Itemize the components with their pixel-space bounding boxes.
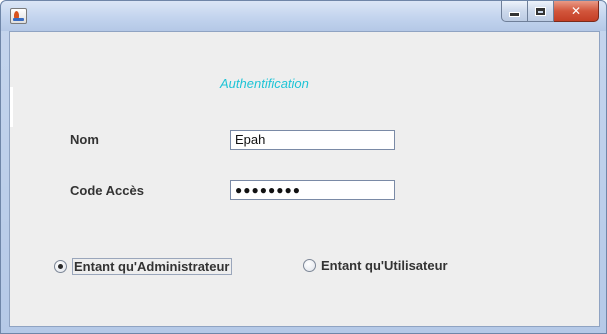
title-bar[interactable]: ✕ [1,1,606,31]
minimize-icon [509,11,520,17]
panel-edge [10,87,13,127]
maximize-button[interactable] [528,1,554,22]
code-acces-label: Code Accès [70,183,144,198]
page-title: Authentification [220,76,309,91]
minimize-button[interactable] [501,1,528,22]
radio-unselected-icon[interactable] [303,259,316,272]
radio-administrateur[interactable]: Entant qu'Administrateur [54,258,232,275]
content-panel: Authentification Nom Epah Code Accès ●●●… [9,31,600,327]
radio-utilisateur[interactable]: Entant qu'Utilisateur [303,258,448,273]
nom-label: Nom [70,132,99,147]
radio-administrateur-label: Entant qu'Administrateur [72,258,232,275]
close-icon: ✕ [570,4,582,18]
radio-selected-icon[interactable] [54,260,67,273]
window-controls: ✕ [501,1,599,22]
code-acces-field[interactable]: ●●●●●●●● [230,180,395,200]
app-window: ✕ Authentification Nom Epah Code Accès ●… [0,0,607,334]
java-cup-icon[interactable] [10,8,27,24]
maximize-icon [535,6,546,16]
radio-utilisateur-label: Entant qu'Utilisateur [321,258,448,273]
nom-field[interactable]: Epah [230,130,395,150]
close-button[interactable]: ✕ [554,1,599,22]
